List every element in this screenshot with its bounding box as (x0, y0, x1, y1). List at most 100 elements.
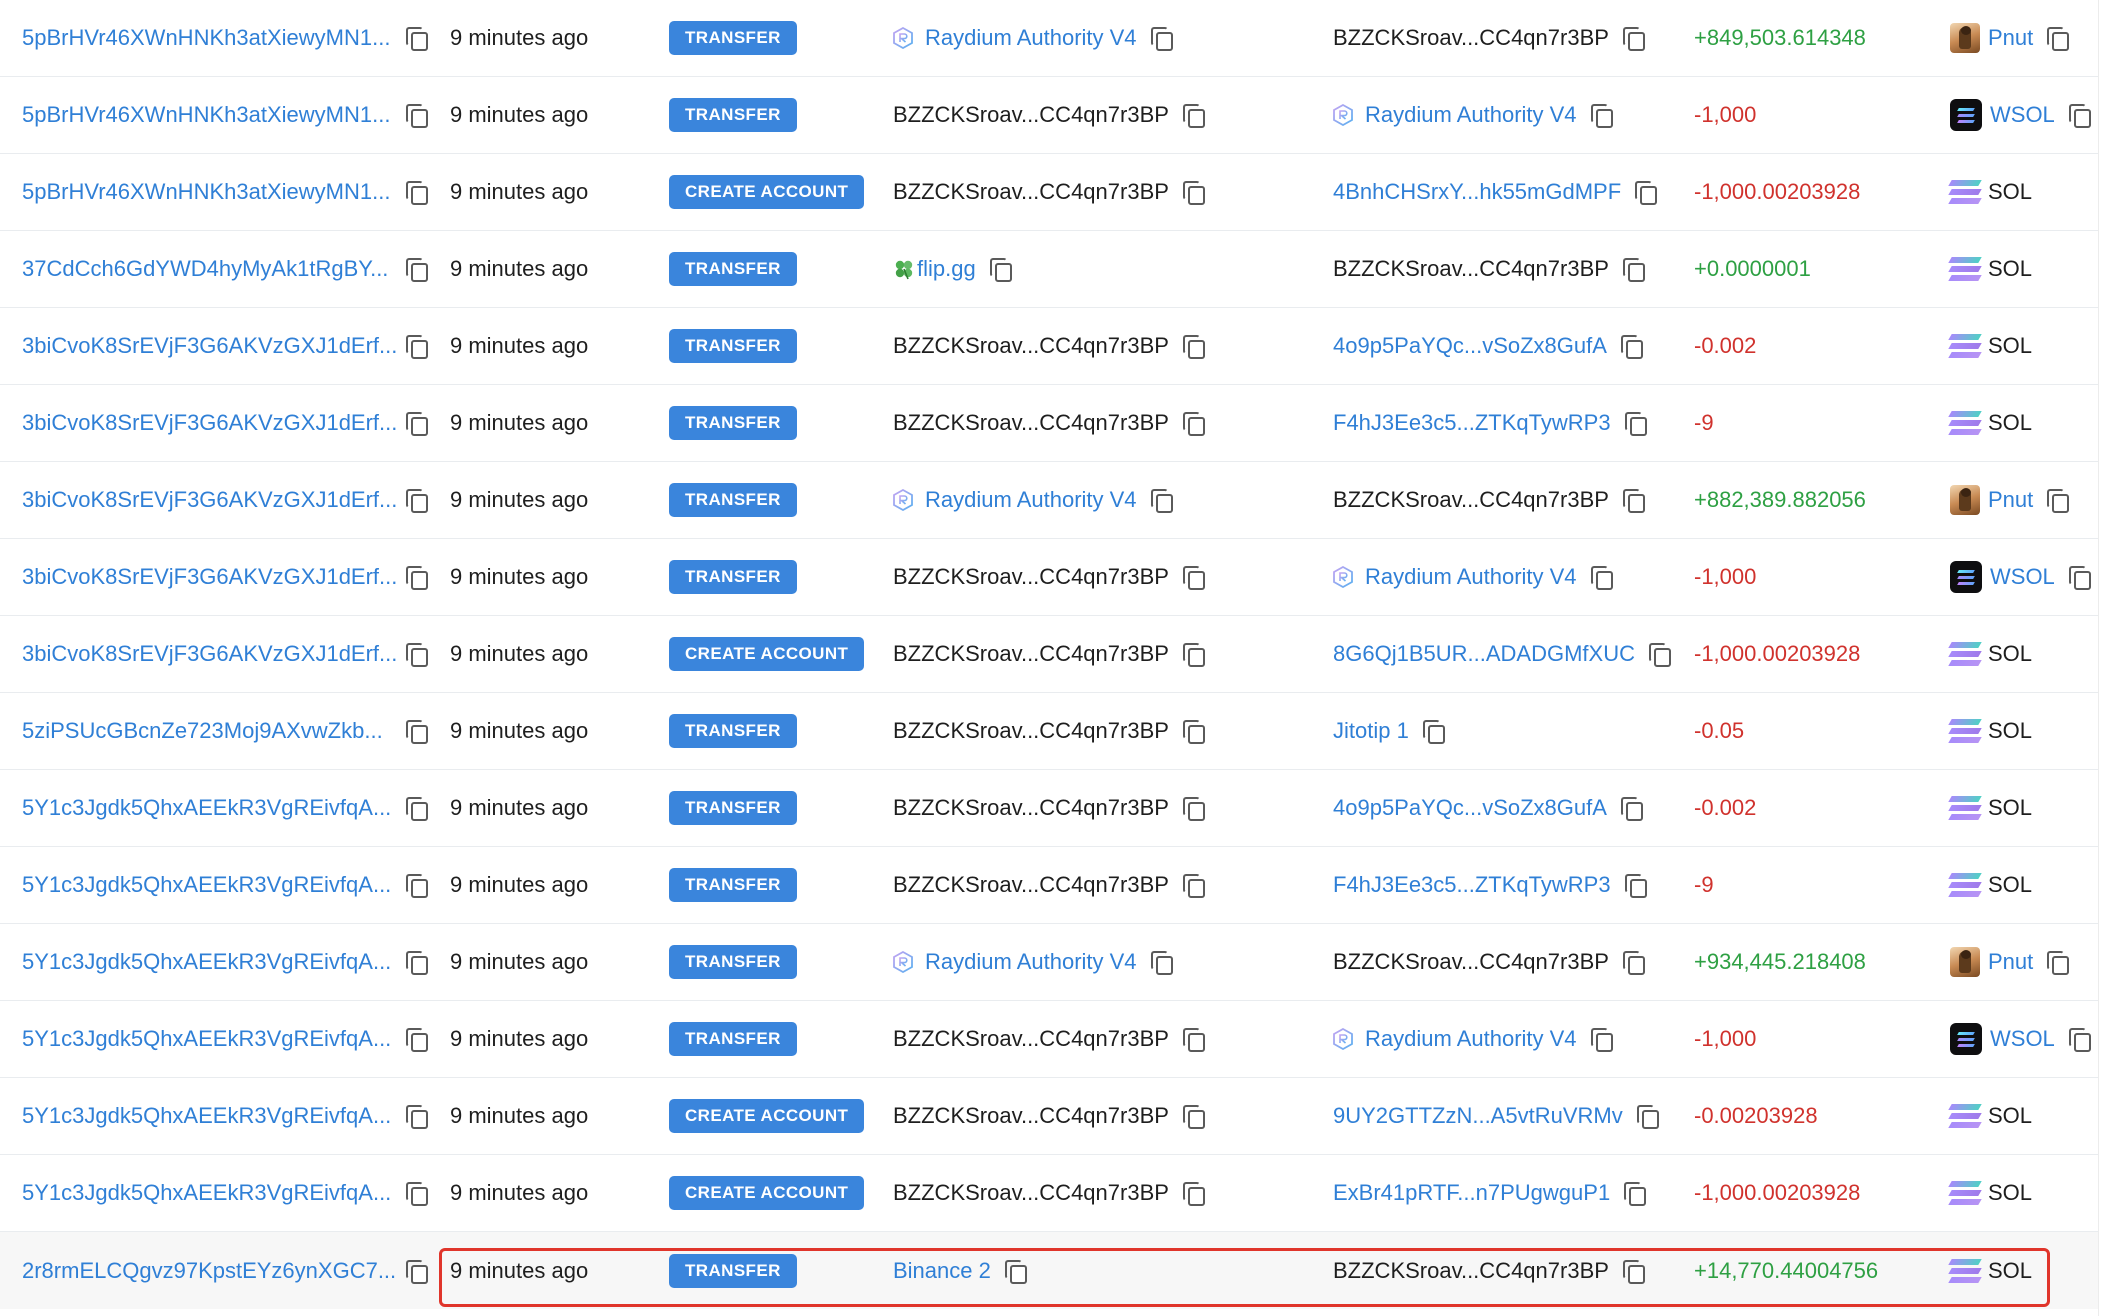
signature-link[interactable]: 5Y1c3Jgdk5QhxAEEkR3VgREivfqA... (22, 872, 392, 898)
copy-icon[interactable] (1621, 487, 1645, 513)
to-cell-link[interactable]: Raydium Authority V4 (1365, 102, 1577, 128)
from-cell-link[interactable]: Raydium Authority V4 (925, 949, 1137, 975)
copy-icon[interactable] (1181, 872, 1205, 898)
token-name[interactable]: Pnut (1988, 949, 2033, 975)
to-cell-link[interactable]: 8G6Qj1B5UR...ADADGMfXUC (1333, 641, 1635, 667)
copy-icon[interactable] (1181, 564, 1205, 590)
copy-icon[interactable] (1181, 1180, 1205, 1206)
to-cell-link[interactable]: F4hJ3Ee3c5...ZTKqTywRP3 (1333, 410, 1611, 436)
copy-icon[interactable] (1181, 179, 1205, 205)
copy-icon[interactable] (404, 487, 428, 513)
copy-icon[interactable] (1623, 410, 1647, 436)
copy-icon[interactable] (404, 179, 428, 205)
copy-icon[interactable] (404, 333, 428, 359)
copy-icon[interactable] (988, 256, 1012, 282)
copy-icon[interactable] (2067, 1026, 2091, 1052)
copy-icon[interactable] (1181, 410, 1205, 436)
copy-icon[interactable] (404, 1026, 428, 1052)
copy-icon[interactable] (2067, 564, 2091, 590)
signature-link[interactable]: 2r8rmELCQgvz97KpstEYz6ynXGC7... (22, 1258, 396, 1284)
copy-icon[interactable] (1149, 949, 1173, 975)
signature-link[interactable]: 5pBrHVr46XWnHNKh3atXiewyMN1... (22, 25, 392, 51)
copy-icon[interactable] (1589, 1026, 1613, 1052)
copy-icon[interactable] (404, 410, 428, 436)
copy-icon[interactable] (404, 641, 428, 667)
copy-icon[interactable] (1633, 179, 1658, 205)
from-cell-link[interactable]: flip.gg (917, 256, 976, 282)
copy-icon[interactable] (1621, 25, 1645, 51)
signature-link[interactable]: 3biCvoK8SrEVjF3G6AKVzGXJ1dErf... (22, 641, 397, 667)
copy-icon[interactable] (404, 25, 428, 51)
copy-icon[interactable] (1181, 1103, 1205, 1129)
copy-icon[interactable] (2045, 949, 2070, 975)
copy-icon[interactable] (1635, 1103, 1659, 1129)
signature-link[interactable]: 5Y1c3Jgdk5QhxAEEkR3VgREivfqA... (22, 949, 392, 975)
to-cell-link[interactable]: 9UY2GTTZzN...A5vtRuVRMv (1333, 1103, 1623, 1129)
copy-icon[interactable] (1647, 641, 1671, 667)
copy-icon[interactable] (404, 1103, 428, 1129)
signature-link[interactable]: 5Y1c3Jgdk5QhxAEEkR3VgREivfqA... (22, 1180, 392, 1206)
signature-link[interactable]: 5Y1c3Jgdk5QhxAEEkR3VgREivfqA... (22, 1103, 392, 1129)
from-cell-link[interactable]: Raydium Authority V4 (925, 25, 1137, 51)
copy-icon[interactable] (1149, 487, 1173, 513)
copy-icon[interactable] (2045, 25, 2070, 51)
copy-icon[interactable] (1621, 256, 1645, 282)
signature-link[interactable]: 3biCvoK8SrEVjF3G6AKVzGXJ1dErf... (22, 564, 397, 590)
copy-icon[interactable] (1181, 333, 1205, 359)
copy-icon[interactable] (404, 795, 428, 821)
copy-icon[interactable] (404, 949, 428, 975)
signature-link[interactable]: 37CdCch6GdYWD4hyMyAk1tRgBY... (22, 256, 392, 282)
signature-link[interactable]: 5pBrHVr46XWnHNKh3atXiewyMN1... (22, 179, 392, 205)
signature-link[interactable]: 3biCvoK8SrEVjF3G6AKVzGXJ1dErf... (22, 410, 397, 436)
copy-icon[interactable] (1149, 25, 1173, 51)
signature-link[interactable]: 5ziPSUcGBcnZe723Moj9AXvwZkb... (22, 718, 392, 744)
signature-link[interactable]: 3biCvoK8SrEVjF3G6AKVzGXJ1dErf... (22, 333, 397, 359)
to-cell-link[interactable]: Raydium Authority V4 (1365, 564, 1577, 590)
copy-icon[interactable] (1619, 333, 1643, 359)
signature-link[interactable]: 5Y1c3Jgdk5QhxAEEkR3VgREivfqA... (22, 1026, 392, 1052)
amount-cell: -9 (1694, 385, 1714, 461)
signature-link[interactable]: 5pBrHVr46XWnHNKh3atXiewyMN1... (22, 102, 392, 128)
to-cell-link[interactable]: 4BnhCHSrxY...hk55mGdMPF (1333, 179, 1621, 205)
copy-icon[interactable] (1181, 102, 1205, 128)
signature-link[interactable]: 3biCvoK8SrEVjF3G6AKVzGXJ1dErf... (22, 487, 397, 513)
amount-cell: -0.002 (1694, 308, 1756, 384)
copy-icon[interactable] (1181, 718, 1205, 744)
copy-icon[interactable] (404, 718, 428, 744)
from-cell-link[interactable]: Raydium Authority V4 (925, 487, 1137, 513)
signature-link[interactable]: 5Y1c3Jgdk5QhxAEEkR3VgREivfqA... (22, 795, 392, 821)
token-name[interactable]: Pnut (1988, 25, 2033, 51)
copy-icon[interactable] (1181, 1026, 1205, 1052)
copy-icon[interactable] (404, 564, 428, 590)
to-cell-link[interactable]: F4hJ3Ee3c5...ZTKqTywRP3 (1333, 872, 1611, 898)
to-cell-link[interactable]: ExBr41pRTF...n7PUgwguP1 (1333, 1180, 1610, 1206)
token-name[interactable]: WSOL (1990, 564, 2055, 590)
copy-icon[interactable] (2067, 102, 2091, 128)
copy-icon[interactable] (404, 256, 428, 282)
copy-icon[interactable] (1181, 641, 1205, 667)
to-cell-link[interactable]: 4o9p5PaYQc...vSoZx8GufA (1333, 333, 1607, 359)
to-cell-link[interactable]: 4o9p5PaYQc...vSoZx8GufA (1333, 795, 1607, 821)
token-name: SOL (1988, 1103, 2033, 1128)
token-name[interactable]: Pnut (1988, 487, 2033, 513)
copy-icon[interactable] (1589, 102, 1613, 128)
action-badge: TRANSFER (669, 21, 797, 55)
amount-cell: +849,503.614348 (1694, 0, 1866, 76)
copy-icon[interactable] (1619, 795, 1643, 821)
from-cell: Raydium Authority V4 (893, 0, 1173, 76)
copy-icon[interactable] (1622, 1180, 1647, 1206)
copy-icon[interactable] (1589, 564, 1613, 590)
copy-icon[interactable] (1623, 872, 1647, 898)
copy-icon[interactable] (1621, 949, 1645, 975)
copy-icon[interactable] (404, 1258, 428, 1284)
copy-icon[interactable] (1421, 718, 1445, 744)
token-name[interactable]: WSOL (1990, 102, 2055, 128)
token-name[interactable]: WSOL (1990, 1026, 2055, 1052)
to-cell-link[interactable]: Raydium Authority V4 (1365, 1026, 1577, 1052)
copy-icon[interactable] (404, 1180, 428, 1206)
copy-icon[interactable] (1181, 795, 1205, 821)
to-cell-link[interactable]: Jitotip 1 (1333, 718, 1409, 744)
copy-icon[interactable] (2045, 487, 2070, 513)
copy-icon[interactable] (404, 872, 428, 898)
copy-icon[interactable] (404, 102, 428, 128)
